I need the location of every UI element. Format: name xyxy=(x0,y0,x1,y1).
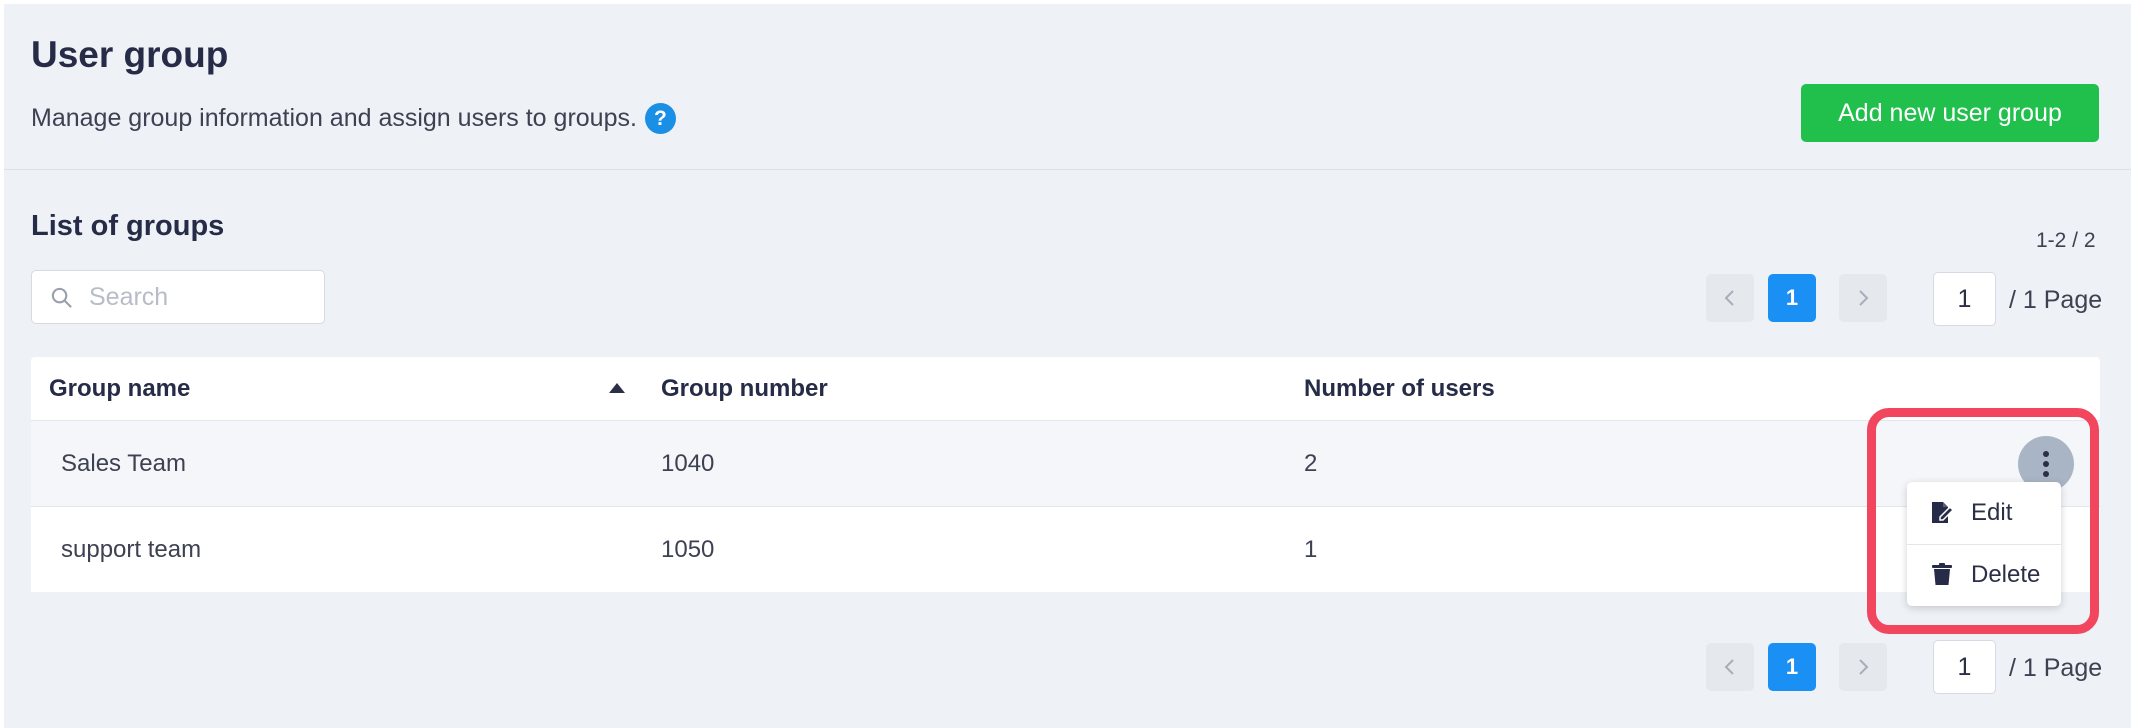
question-circle-icon[interactable]: ? xyxy=(644,103,676,134)
menu-item-delete-label: Delete xyxy=(1971,561,2041,588)
chevron-right-icon xyxy=(1859,290,1869,306)
add-user-group-button[interactable]: Add new user group xyxy=(1801,84,2099,142)
chevron-left-icon xyxy=(1724,290,1734,306)
table-row[interactable]: Sales Team 1040 2 xyxy=(31,421,2100,507)
total-pages-text-top: / 1 Page xyxy=(2009,286,2103,314)
pagination-page-button-bottom[interactable]: 1 xyxy=(1768,643,1816,691)
search-icon xyxy=(51,287,72,308)
pagination-next-button-bottom[interactable] xyxy=(1839,643,1887,691)
cell-group-name: support team xyxy=(61,535,202,563)
pagination-prev-button-bottom[interactable] xyxy=(1706,643,1754,691)
column-header-group-name[interactable]: Group name xyxy=(49,357,190,420)
row-action-menu: Edit Delete xyxy=(1907,482,2061,606)
search-box[interactable] xyxy=(31,270,325,324)
column-header-number-of-users: Number of users xyxy=(1304,374,1495,402)
page-number-input-bottom[interactable] xyxy=(1933,640,1996,694)
cell-group-number: 1040 xyxy=(661,449,715,477)
page-subtitle: Manage group information and assign user… xyxy=(31,103,676,134)
chevron-right-icon xyxy=(1859,659,1869,675)
menu-item-edit[interactable]: Edit xyxy=(1907,482,2061,544)
cell-group-name: Sales Team xyxy=(61,449,186,477)
page-number-input-top[interactable] xyxy=(1933,272,1996,326)
edit-icon xyxy=(1932,502,1955,523)
search-input[interactable] xyxy=(87,281,311,313)
menu-item-delete[interactable]: Delete xyxy=(1907,544,2061,606)
cell-group-number: 1050 xyxy=(661,535,715,563)
column-header-group-number: Group number xyxy=(661,374,828,402)
trash-icon xyxy=(1932,563,1952,585)
header-divider xyxy=(4,169,2131,170)
total-pages-text-bottom: / 1 Page xyxy=(2009,654,2103,682)
cell-number-of-users: 2 xyxy=(1304,449,1318,477)
groups-table: Group name Group number Number of users … xyxy=(31,357,2100,592)
page: User group Manage group information and … xyxy=(4,4,2131,728)
table-row[interactable]: support team 1050 1 xyxy=(31,507,2100,592)
subtitle-text: Manage group information and assign user… xyxy=(31,104,637,132)
range-indicator: 1-2 / 2 xyxy=(2036,229,2096,252)
chevron-left-icon xyxy=(1724,659,1734,675)
pagination-page-button-top[interactable]: 1 xyxy=(1768,274,1816,322)
menu-item-edit-label: Edit xyxy=(1971,499,2013,526)
cell-number-of-users: 1 xyxy=(1304,535,1318,563)
pagination-prev-button-top[interactable] xyxy=(1706,274,1754,322)
page-title: User group xyxy=(31,34,229,75)
pagination-next-button-top[interactable] xyxy=(1839,274,1887,322)
section-title: List of groups xyxy=(31,210,225,242)
sort-ascending-icon[interactable] xyxy=(609,383,625,393)
